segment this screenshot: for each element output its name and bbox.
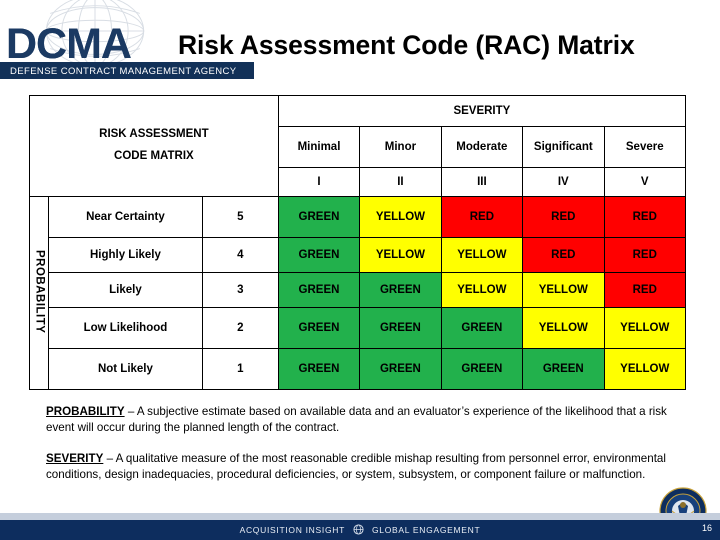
corner-title-line1: RISK ASSESSMENT xyxy=(99,128,209,141)
table-row: PROBABILITY Near Certainty 5 GREEN YELLO… xyxy=(29,196,687,390)
row-value-low-likelihood: 2 xyxy=(201,307,279,349)
definition-probability: PROBABILITY – A subjective estimate base… xyxy=(46,404,686,437)
severity-name-minimal: Minimal xyxy=(277,126,361,168)
severity-roman-ii: II xyxy=(359,167,442,197)
matrix-cell: GREEN xyxy=(277,196,361,238)
row-label-low-likelihood: Low Likelihood xyxy=(47,307,203,349)
table-row: Highly Likely 4 GREEN YELLOW YELLOW RED … xyxy=(30,237,687,273)
matrix-cell: YELLOW xyxy=(359,237,442,273)
matrix-cell: GREEN xyxy=(440,348,524,390)
matrix-cell: GREEN xyxy=(359,272,442,308)
matrix-cell: GREEN xyxy=(359,348,442,390)
page-header: DCMA DEFENSE CONTRACT MANAGEMENT AGENCY … xyxy=(0,0,720,90)
severity-name-minor: Minor xyxy=(359,126,442,168)
definition-body-severity: – A qualitative measure of the most reas… xyxy=(46,451,666,482)
definition-term-severity: SEVERITY xyxy=(46,451,104,465)
definition-severity: SEVERITY – A qualitative measure of the … xyxy=(46,451,686,484)
matrix-cell: YELLOW xyxy=(603,307,687,349)
matrix-cell: RED xyxy=(603,196,687,238)
footer-tagline: ACQUISITION INSIGHT GLOBAL ENGAGEMENT xyxy=(0,524,720,535)
matrix-cell: GREEN xyxy=(277,307,361,349)
row-label-highly-likely: Highly Likely xyxy=(47,237,203,273)
footer-divider-strip xyxy=(0,513,720,520)
footer-tagline-left: ACQUISITION INSIGHT xyxy=(239,525,345,535)
matrix-cell: YELLOW xyxy=(522,307,605,349)
corner-title-line2: CODE MATRIX xyxy=(114,150,194,162)
page-title: Risk Assessment Code (RAC) Matrix xyxy=(178,30,635,60)
severity-name-significant: Significant xyxy=(522,126,605,168)
severity-roman-iii: III xyxy=(440,167,524,197)
severity-name-severe: Severe xyxy=(603,126,687,168)
rac-matrix-container: RISK ASSESSMENT CODE MATRIX SEVERITY Min… xyxy=(29,95,687,390)
row-label-near-certainty: Near Certainty xyxy=(47,196,203,238)
severity-name-moderate: Moderate xyxy=(440,126,524,168)
rac-matrix-table: RISK ASSESSMENT CODE MATRIX SEVERITY Min… xyxy=(29,95,687,390)
matrix-cell: GREEN xyxy=(277,272,361,308)
matrix-corner-title: RISK ASSESSMENT CODE MATRIX xyxy=(29,95,279,197)
footer-tagline-right: GLOBAL ENGAGEMENT xyxy=(371,525,481,535)
severity-roman-i: I xyxy=(277,167,361,197)
severity-roman-iv: IV xyxy=(522,167,605,197)
matrix-cell: YELLOW xyxy=(440,272,524,308)
definitions-block: PROBABILITY – A subjective estimate base… xyxy=(46,404,686,498)
severity-header: SEVERITY xyxy=(277,95,687,127)
globe-icon xyxy=(353,524,364,535)
row-value-not-likely: 1 xyxy=(201,348,279,390)
matrix-cell: RED xyxy=(522,196,605,238)
table-row: Likely 3 GREEN GREEN YELLOW YELLOW RED xyxy=(30,272,687,308)
table-row: Low Likelihood 2 GREEN GREEN GREEN YELLO… xyxy=(30,307,687,349)
row-label-likely: Likely xyxy=(47,272,203,308)
row-label-not-likely: Not Likely xyxy=(47,348,203,390)
page-number: 16 xyxy=(701,523,712,533)
matrix-cell: RED xyxy=(603,272,687,308)
row-value-likely: 3 xyxy=(201,272,279,308)
agency-name-bar: DEFENSE CONTRACT MANAGEMENT AGENCY xyxy=(0,62,254,79)
row-value-near-certainty: 5 xyxy=(201,196,279,238)
matrix-cell: GREEN xyxy=(359,307,442,349)
severity-roman-v: V xyxy=(603,167,687,197)
matrix-cell: RED xyxy=(440,196,524,238)
matrix-cell: GREEN xyxy=(277,348,361,390)
agency-name-text: DEFENSE CONTRACT MANAGEMENT AGENCY xyxy=(10,65,237,77)
probability-axis-text: PROBABILITY xyxy=(33,249,46,334)
matrix-cell: GREEN xyxy=(440,307,524,349)
matrix-cell: YELLOW xyxy=(603,348,687,390)
definition-term-probability: PROBABILITY xyxy=(46,405,125,418)
matrix-cell: YELLOW xyxy=(522,272,605,308)
probability-axis-label: PROBABILITY xyxy=(29,196,49,390)
row-value-highly-likely: 4 xyxy=(201,237,279,273)
matrix-cell: RED xyxy=(603,237,687,273)
matrix-cell: YELLOW xyxy=(440,237,524,273)
matrix-cell: RED xyxy=(522,237,605,273)
matrix-cell: GREEN xyxy=(277,237,361,273)
dcma-logo-text: DCMA xyxy=(6,20,132,68)
table-row: Not Likely 1 GREEN GREEN GREEN GREEN YEL… xyxy=(30,348,687,390)
matrix-cell: GREEN xyxy=(522,348,605,390)
matrix-cell: YELLOW xyxy=(359,196,442,238)
definition-body-probability: – A subjective estimate based on availab… xyxy=(46,405,667,435)
